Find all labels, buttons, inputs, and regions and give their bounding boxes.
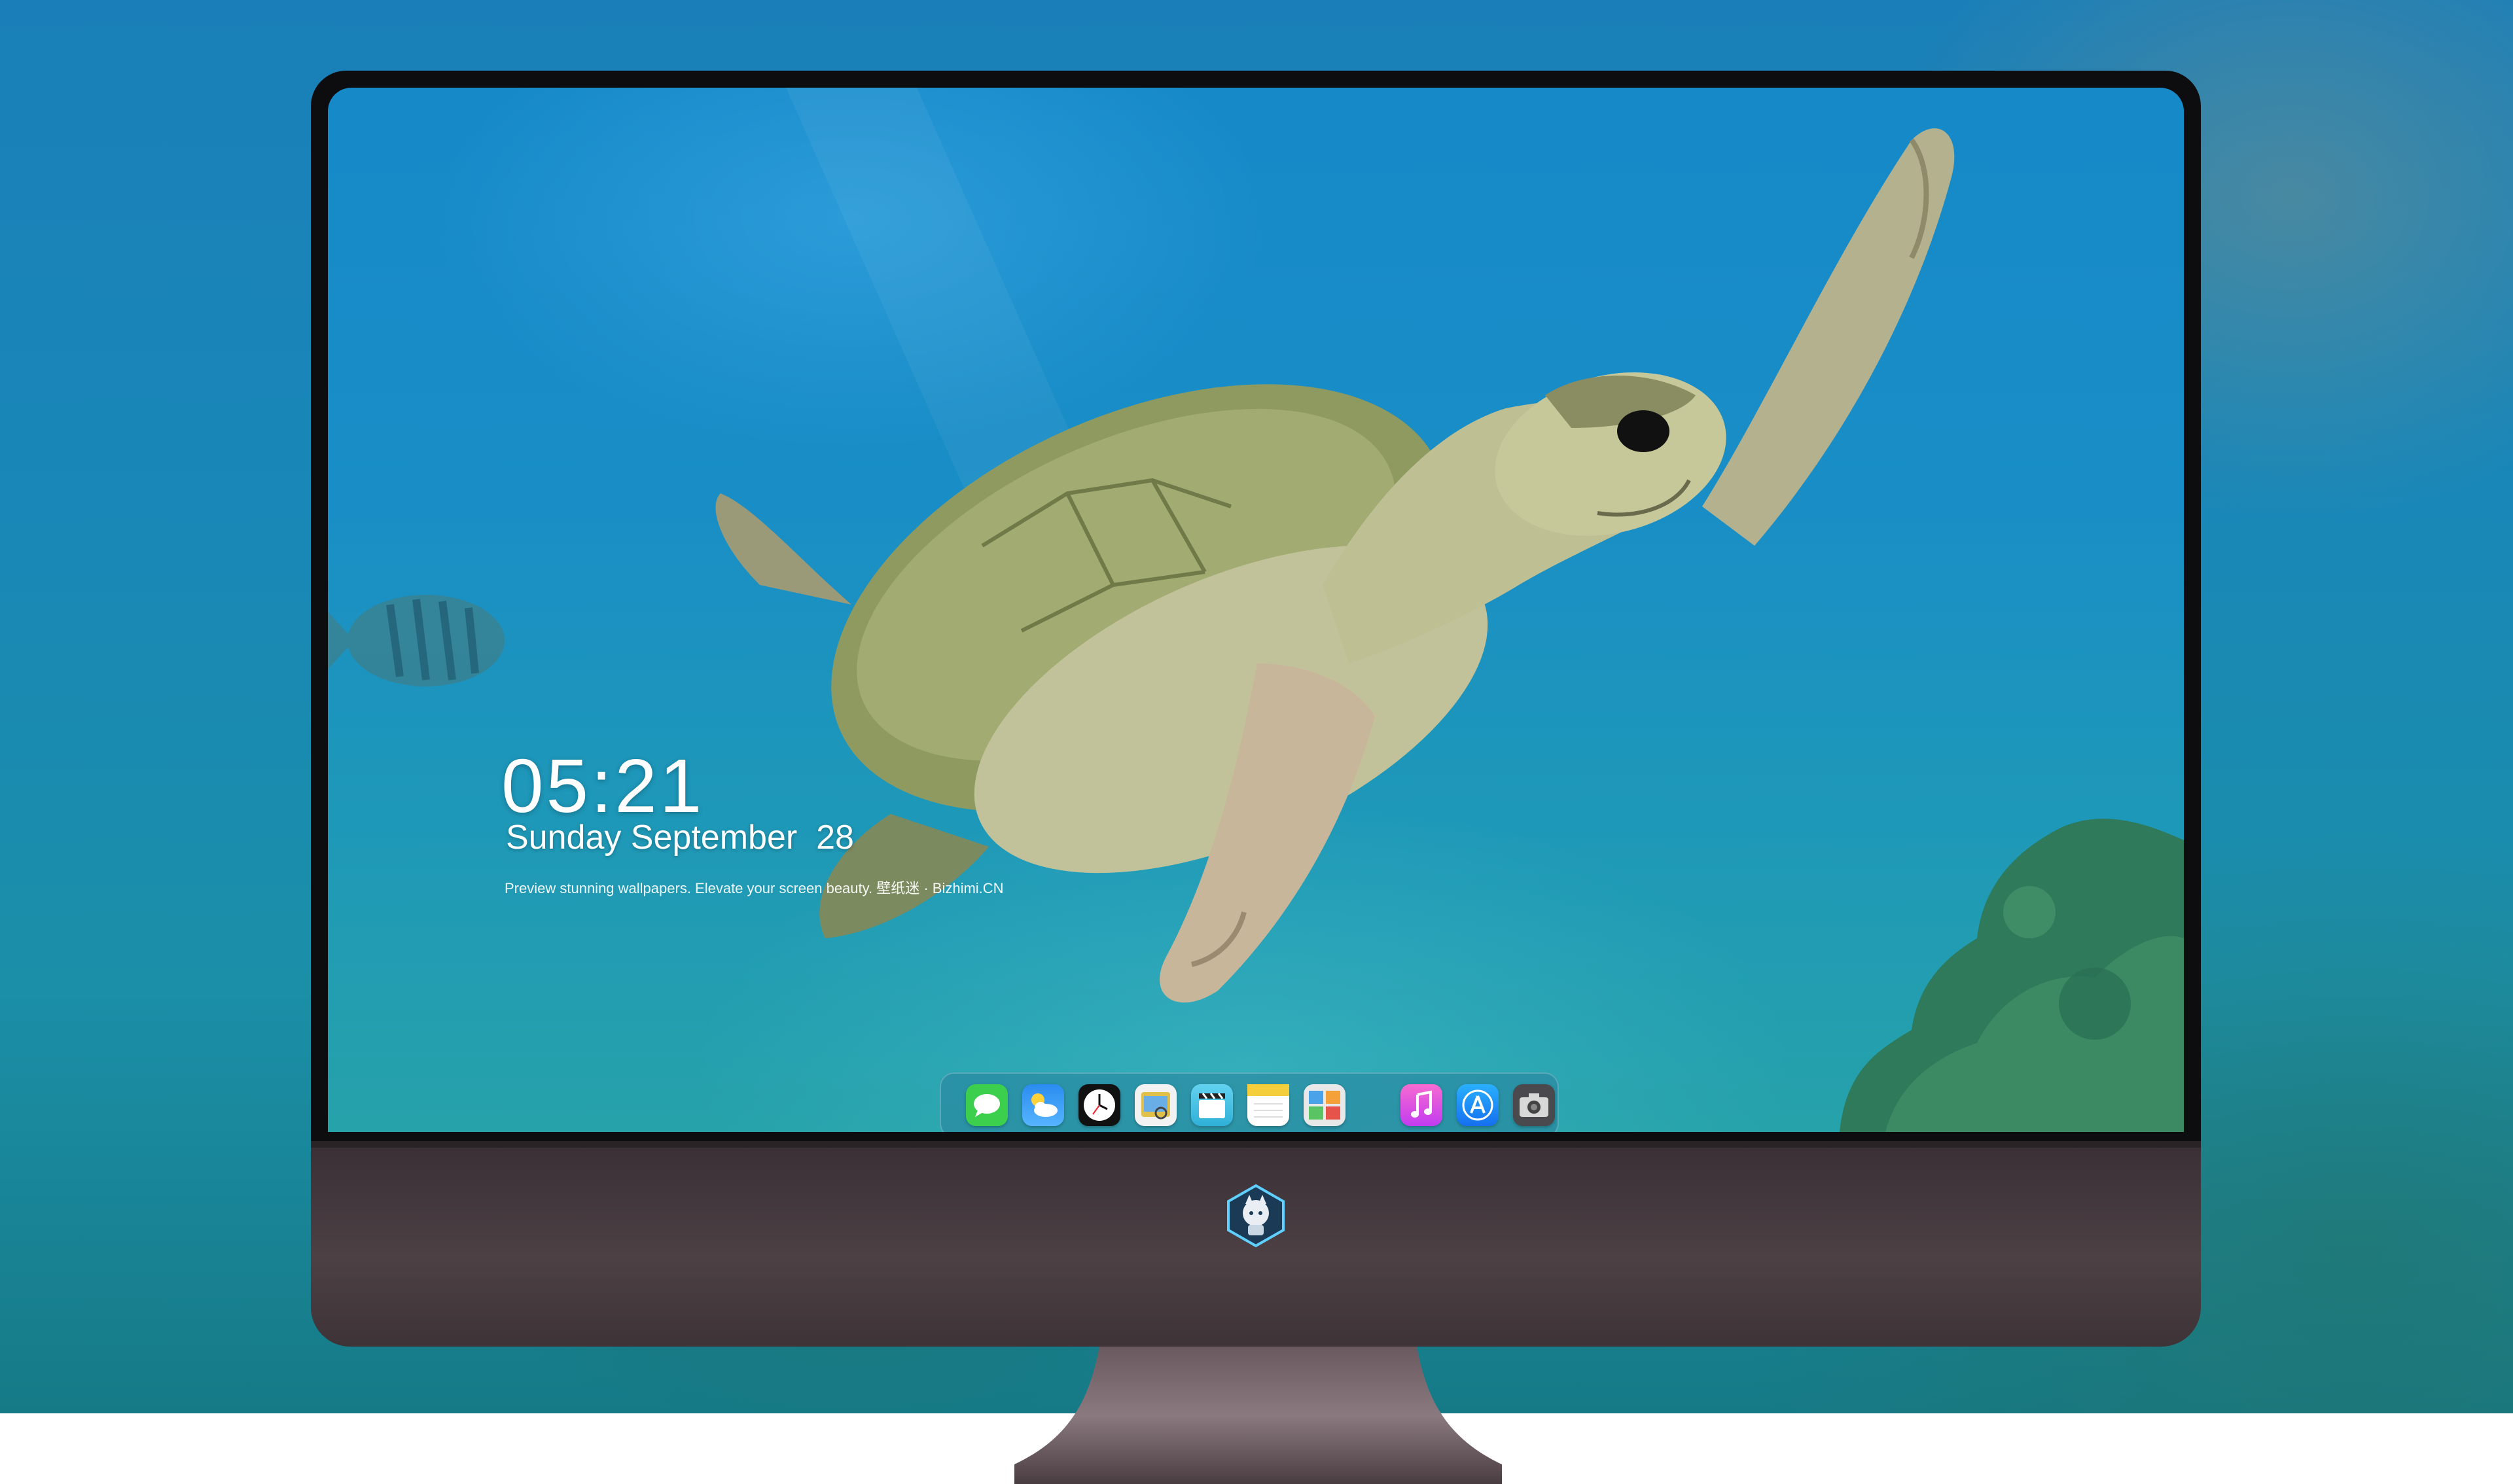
dock-app-notes[interactable] [1247,1084,1289,1126]
lock-screen: 05:21 Sunday September 28 Preview stunni… [328,88,2184,1132]
brand-logo [1227,1184,1285,1248]
wallpaper-tagline: Preview stunning wallpapers. Elevate you… [505,880,1004,896]
imac-monitor: 05:21 Sunday September 28 Preview stunni… [311,71,2201,1484]
dock-app-clips[interactable] [1191,1084,1233,1126]
dock-app-camera[interactable] [1513,1084,1555,1126]
dock-app-app-store[interactable] [1457,1084,1499,1126]
dock-app-clock[interactable] [1078,1084,1120,1126]
photo-booth-icon [1309,1091,1340,1120]
dock-app-photo-booth[interactable] [1304,1084,1346,1126]
preview-icon [1141,1092,1170,1120]
notes-icon [1247,1084,1289,1118]
clock-icon [1084,1089,1115,1121]
music-icon [1411,1090,1432,1118]
dock-app-music[interactable] [1400,1084,1442,1126]
dock-app-messages[interactable] [966,1084,1008,1126]
clips-icon [1199,1093,1225,1118]
monitor-bezel: 05:21 Sunday September 28 Preview stunni… [311,71,2201,1141]
dock-app-weather[interactable] [1022,1084,1064,1126]
lock-date: Sunday September 28 [506,819,854,857]
messages-icon [974,1094,1000,1117]
turtle-wallpaper [328,88,2184,1132]
app-store-icon [1462,1089,1493,1121]
lock-clock: 05:21 [501,743,705,828]
monitor-chin [311,1141,2201,1347]
monitor-stand [1014,1347,1502,1484]
weather-icon [1031,1093,1058,1117]
camera-icon [1520,1093,1548,1117]
dock-app-preview[interactable] [1135,1084,1177,1126]
dock [940,1072,1559,1132]
